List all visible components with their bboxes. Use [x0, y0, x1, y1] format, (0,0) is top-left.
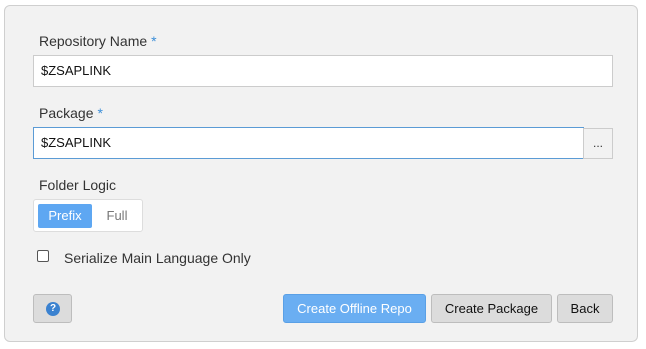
- back-button[interactable]: Back: [557, 294, 613, 323]
- serialize-main-language-label[interactable]: Serialize Main Language Only: [64, 250, 251, 266]
- repo-name-label-text: Repository Name: [39, 33, 148, 49]
- repo-name-label: Repository Name *: [39, 33, 157, 49]
- help-icon: ?: [46, 302, 60, 316]
- folder-logic-toggle: Prefix Full: [33, 199, 143, 232]
- create-package-button[interactable]: Create Package: [431, 294, 552, 323]
- serialize-main-language-checkbox[interactable]: [37, 250, 49, 262]
- folder-logic-label: Folder Logic: [39, 177, 117, 193]
- package-label: Package *: [39, 105, 103, 121]
- browse-package-button[interactable]: ...: [583, 128, 613, 159]
- package-label-text: Package: [39, 105, 94, 121]
- repo-name-input[interactable]: $ZSAPLINK: [33, 55, 613, 87]
- required-mark: *: [97, 105, 103, 121]
- create-offline-repo-button[interactable]: Create Offline Repo: [283, 294, 426, 323]
- package-input[interactable]: $ZSAPLINK: [33, 127, 584, 159]
- folder-logic-full-option[interactable]: Full: [94, 204, 140, 228]
- help-button[interactable]: ?: [33, 294, 72, 323]
- required-mark: *: [151, 33, 157, 49]
- folder-logic-prefix-option[interactable]: Prefix: [38, 204, 92, 228]
